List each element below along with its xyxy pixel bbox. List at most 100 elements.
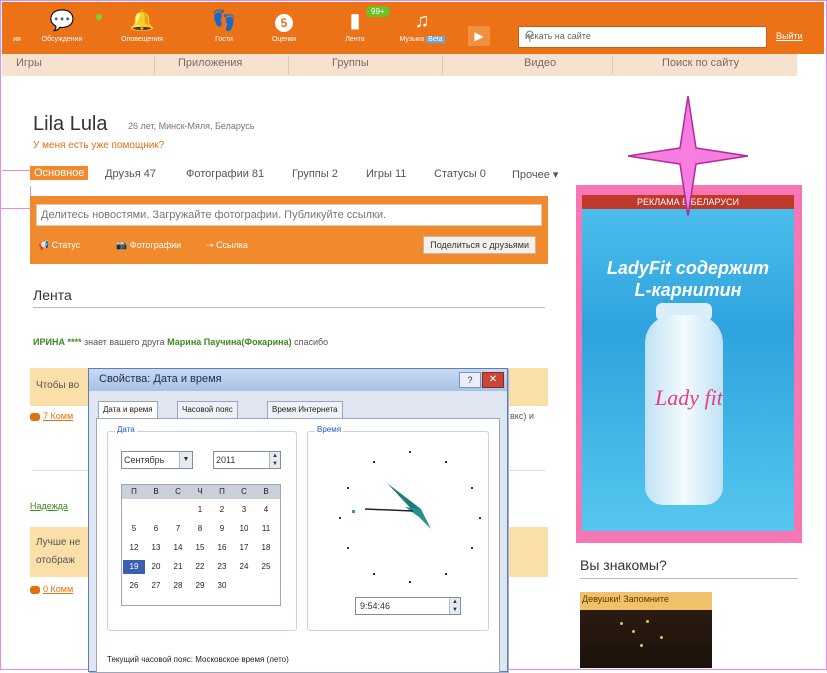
calendar-day[interactable]: 26 (123, 579, 145, 593)
divider (580, 578, 798, 579)
calendar-day[interactable]: 7 (167, 522, 189, 536)
calendar-day[interactable]: 21 (167, 560, 189, 574)
dialog-titlebar[interactable]: Свойства: Дата и время ? ✕ (89, 369, 507, 391)
tab-timezone[interactable]: Часовой пояс (177, 401, 238, 419)
close-button[interactable]: ✕ (482, 372, 504, 388)
calendar-day[interactable]: 25 (255, 560, 277, 574)
tab-photos[interactable]: Фотографии 81 (186, 168, 264, 180)
feed-friend-link[interactable]: Марина Паучина(Фокарина) (167, 337, 291, 347)
year-spinner[interactable]: 2011 ▲ ▼ (213, 451, 281, 469)
megaphone-icon: 📢 (38, 240, 50, 250)
tab-friends[interactable]: Друзья 47 (105, 168, 156, 180)
calendar-grid: П В С Ч П С В 1 2 3 4 5 6 7 8 9 10 11 12 13 14 15 16 17 1… (121, 484, 281, 606)
share-button[interactable]: Поделиться с друзьями (423, 236, 536, 254)
topnav-item-notifications[interactable]: 🔔 Оповещения (116, 6, 168, 52)
divider (612, 56, 613, 74)
weekday-label: П (219, 487, 225, 496)
tab-groups[interactable]: Группы 2 (292, 168, 338, 180)
calendar-day[interactable]: 10 (233, 522, 255, 536)
calendar-day[interactable]: 29 (189, 579, 211, 593)
calendar-day[interactable]: 30 (211, 579, 233, 593)
footprints-icon: 👣 (211, 10, 237, 32)
subnav-games[interactable]: Игры (16, 57, 42, 69)
acquaintance-photo (580, 610, 712, 668)
calendar-day[interactable]: 6 (145, 522, 167, 536)
feed-user-link[interactable]: ИРИНА **** (33, 337, 81, 347)
search-input[interactable]: искать на сайте ⚲ (518, 26, 767, 48)
subnav-video[interactable]: Видео (524, 57, 556, 69)
calendar-day[interactable]: 23 (211, 560, 233, 574)
calendar-day[interactable]: 12 (123, 541, 145, 555)
feed-user-link[interactable]: Надежда (30, 501, 68, 511)
link-action[interactable]: ⇢ Ссылка (206, 240, 248, 251)
calendar-day[interactable]: 22 (189, 560, 211, 574)
spinner-arrows-icon[interactable]: ▲ ▼ (449, 598, 460, 614)
divider (442, 56, 443, 74)
topnav-item-ratings[interactable]: 5 Оценки (264, 6, 304, 52)
post-input[interactable]: Делитесь новостями. Загружайте фотографи… (36, 204, 542, 226)
spinner-arrows-icon[interactable]: ▲ ▼ (269, 452, 280, 468)
calendar-day[interactable]: 4 (255, 503, 277, 517)
acquaintance-card[interactable]: Девушки! Запомните (580, 592, 712, 668)
divider (33, 307, 545, 308)
calendar-day[interactable]: 15 (189, 541, 211, 555)
calendar-day[interactable]: 20 (145, 560, 167, 574)
subnav-groups[interactable]: Группы (332, 57, 369, 69)
tab-date-time[interactable]: Дата и время (98, 401, 158, 419)
subnav-apps[interactable]: Приложения (178, 57, 242, 69)
top-navigation-bar: ия 💬 Обсуждения 🔔 Оповещения 👣 Гости 5 О… (2, 2, 824, 54)
comments-link[interactable]: 0 Комм (30, 584, 73, 594)
calendar-day[interactable]: 18 (255, 541, 277, 555)
chevron-down-icon[interactable]: ▼ (179, 452, 192, 468)
tab-internet-time[interactable]: Время Интернета (267, 401, 343, 419)
topnav-item-guests[interactable]: 👣 Гости (204, 6, 244, 52)
pink-outline (0, 186, 31, 209)
month-select[interactable]: Сентябрь ▼ (121, 451, 193, 469)
comment-icon (30, 585, 40, 594)
calendar-day[interactable]: 24 (233, 560, 255, 574)
status-action[interactable]: 📢 Статус (38, 240, 80, 251)
subnav-search[interactable]: Поиск по сайту (662, 57, 739, 69)
comments-link[interactable]: 7 Комм (30, 411, 73, 421)
ad-banner[interactable]: РЕКЛАМА В БЕЛАРУСИ LadyFit содержит L-ка… (576, 185, 802, 543)
sparkle-star-icon (628, 96, 748, 216)
calendar-day[interactable]: 11 (255, 522, 277, 536)
topnav-item-discussions[interactable]: 💬 Обсуждения (32, 6, 92, 52)
tab-statuses[interactable]: Статусы 0 (434, 168, 486, 180)
calendar-day[interactable]: 9 (211, 522, 233, 536)
calendar-day[interactable]: 17 (233, 541, 255, 555)
profile-info: 26 лет, Минск-Мяля, Беларусь (128, 121, 255, 131)
topnav-item-0[interactable]: ия (2, 6, 32, 52)
date-time-dialog: Свойства: Дата и время ? ✕ Дата и время … (88, 368, 508, 673)
logout-link[interactable]: Выйти (776, 31, 803, 41)
calendar-day[interactable]: 13 (145, 541, 167, 555)
play-icon[interactable]: ▶ (468, 26, 490, 46)
calendar-day[interactable]: 19 (123, 560, 145, 574)
calendar-day[interactable]: 27 (145, 579, 167, 593)
photo-action[interactable]: 📷 Фотографии (116, 240, 181, 251)
calendar-day[interactable]: 3 (233, 503, 255, 517)
search-icon[interactable]: ⚲ (525, 28, 760, 44)
ad-title: LadyFit содержит L-карнитин (606, 258, 770, 300)
time-input[interactable]: 9:54:46 ▲ ▼ (355, 597, 461, 615)
discussions-icon: 💬 (49, 10, 75, 32)
calendar-day[interactable]: 1 (189, 503, 211, 517)
tab-more[interactable]: Прочее ▾ (512, 168, 558, 181)
calendar-day[interactable]: 5 (123, 522, 145, 536)
tab-games[interactable]: Игры 11 (366, 168, 406, 180)
help-button[interactable]: ? (459, 372, 481, 388)
analog-clock (339, 451, 481, 583)
tab-main[interactable]: Основное (30, 166, 89, 180)
profile-link[interactable]: У меня есть уже помощник? (33, 140, 164, 151)
weekday-label: С (175, 487, 181, 496)
calendar-header: П В С Ч П С В (122, 485, 280, 499)
camera-icon: 📷 (116, 240, 128, 250)
music-icon: ♫ (414, 10, 430, 32)
topnav-item-music[interactable]: ♫ Музыка Beta (397, 6, 447, 52)
calendar-day[interactable]: 2 (211, 503, 233, 517)
weekday-label: С (241, 487, 247, 496)
calendar-day[interactable]: 8 (189, 522, 211, 536)
calendar-day[interactable]: 28 (167, 579, 189, 593)
calendar-day[interactable]: 14 (167, 541, 189, 555)
calendar-day[interactable]: 16 (211, 541, 233, 555)
